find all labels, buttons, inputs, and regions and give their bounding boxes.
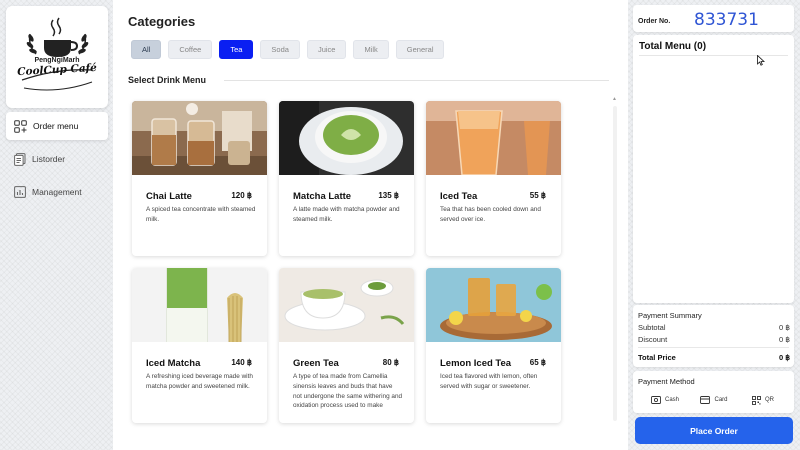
category-chip-tea[interactable]: Tea [219,40,254,59]
drink-card-green-tea[interactable]: Green Tea 80 ฿ A type of tea made from C… [279,268,414,423]
drink-description: A refreshing iced beverage made with mat… [146,373,253,390]
category-chip-milk[interactable]: Milk [353,40,389,59]
place-order-button[interactable]: Place Order [635,417,793,444]
mouse-cursor-icon [757,55,765,66]
drink-name: Matcha Latte [293,191,352,202]
payment-option-label: QR [765,397,774,403]
card-icon [700,396,711,404]
drink-price: 120 ฿ [231,191,252,200]
category-chip-juice[interactable]: Juice [306,40,347,59]
payment-cash-button[interactable]: Cash [641,391,689,409]
drink-image [279,101,414,175]
logo: PengNgiMarh CoolCup Café [6,6,108,108]
chart-icon [14,186,26,198]
scrollbar-thumb[interactable] [613,106,617,421]
sidebar-item-order-menu[interactable]: Order menu [6,112,108,140]
drink-price: 65 ฿ [529,358,546,367]
divider [224,80,609,81]
sidebar-item-management[interactable]: Management [6,178,108,206]
discount-label: Discount [638,335,668,344]
drink-description: A spiced tea concentrate with steamed mi… [146,206,256,223]
divider [638,347,789,348]
category-chip-soda[interactable]: Soda [260,40,300,59]
drink-name: Lemon Iced Tea [440,358,512,369]
order-number-box: Order No. 833731 [633,5,794,32]
total-price-row: Total Price 0 ฿ [638,353,790,362]
sidebar: PengNgiMarh CoolCup Café Order menu List… [0,0,113,450]
qr-icon [752,395,761,405]
total-price-label: Total Price [638,353,676,362]
drink-price: 135 ฿ [378,191,399,200]
order-panel: Order No. 833731 Total Menu (0) Payment … [628,0,800,450]
payment-method: Payment Method Cash Card QR [633,371,794,413]
total-menu-title: Total Menu (0) [639,41,707,52]
main-panel: Categories All Coffee Tea Soda Juice Mil… [113,0,628,450]
drink-name: Iced Tea [440,191,478,202]
drink-description: A latte made with matcha powder and stea… [293,206,400,223]
payment-option-label: Card [714,397,728,403]
drink-image [279,268,414,342]
scroll-up-icon[interactable]: ▲ [612,96,617,102]
drink-grid-scrollbar[interactable]: ▲ [611,96,619,424]
payment-summary-title: Payment Summary [638,311,702,320]
order-menu-icon [14,119,27,133]
subtotal-row: Subtotal 0 ฿ [638,323,790,332]
drink-name: Green Tea [293,358,339,369]
drink-image [132,268,267,342]
drink-card-lemon-iced-tea[interactable]: Lemon Iced Tea 65 ฿ Iced tea flavored wi… [426,268,561,423]
drink-price: 55 ฿ [529,191,546,200]
category-chip-coffee[interactable]: Coffee [168,40,213,59]
drink-card-iced-matcha[interactable]: Iced Matcha 140 ฿ A refreshing iced beve… [132,268,267,423]
drink-price: 80 ฿ [382,358,399,367]
cash-icon [651,396,661,404]
sidebar-item-label: Management [32,187,82,197]
list-icon [14,152,26,166]
sidebar-item-listorder[interactable]: Listorder [6,145,108,173]
total-price-value: 0 ฿ [778,353,790,362]
payment-option-label: Cash [664,397,679,403]
drink-name: Chai Latte [146,191,192,202]
drink-card-chai-latte[interactable]: Chai Latte 120 ฿ A spiced tea concentrat… [132,101,267,256]
divider [639,55,788,56]
sidebar-item-label: Order menu [33,121,79,131]
drink-card-iced-tea[interactable]: Iced Tea 55 ฿ Tea that has been cooled d… [426,101,561,256]
drink-description: A type of tea made from Camellia sinensi… [293,373,403,410]
drink-name: Iced Matcha [146,358,201,369]
category-chip-all[interactable]: All [131,40,162,59]
drink-image [426,101,561,175]
payment-method-title: Payment Method [638,377,695,386]
sidebar-item-label: Listorder [32,154,66,164]
total-menu-box: Total Menu (0) [633,35,794,303]
select-drink-title: Select Drink Menu [128,75,207,85]
categories-title: Categories [128,14,196,29]
category-chips: All Coffee Tea Soda Juice Milk General [131,40,445,59]
subtotal-label: Subtotal [638,323,666,332]
payment-qr-button[interactable]: QR [739,391,787,409]
drink-description: Iced tea flavored with lemon, often serv… [440,373,538,390]
drink-image [426,268,561,342]
discount-row: Discount 0 ฿ [638,335,790,344]
order-number: 833731 [694,10,759,30]
category-chip-general[interactable]: General [395,40,445,59]
order-number-label: Order No. [638,18,671,25]
discount-value: 0 ฿ [778,335,790,344]
subtotal-value: 0 ฿ [778,323,790,332]
drink-card-matcha-latte[interactable]: Matcha Latte 135 ฿ A latte made with mat… [279,101,414,256]
payment-card-button[interactable]: Card [690,391,738,409]
drink-price: 140 ฿ [231,358,252,367]
drink-description: Tea that has been cooled down and served… [440,206,541,223]
payment-summary: Payment Summary Subtotal 0 ฿ Discount 0 … [633,305,794,367]
drink-image [132,101,267,175]
